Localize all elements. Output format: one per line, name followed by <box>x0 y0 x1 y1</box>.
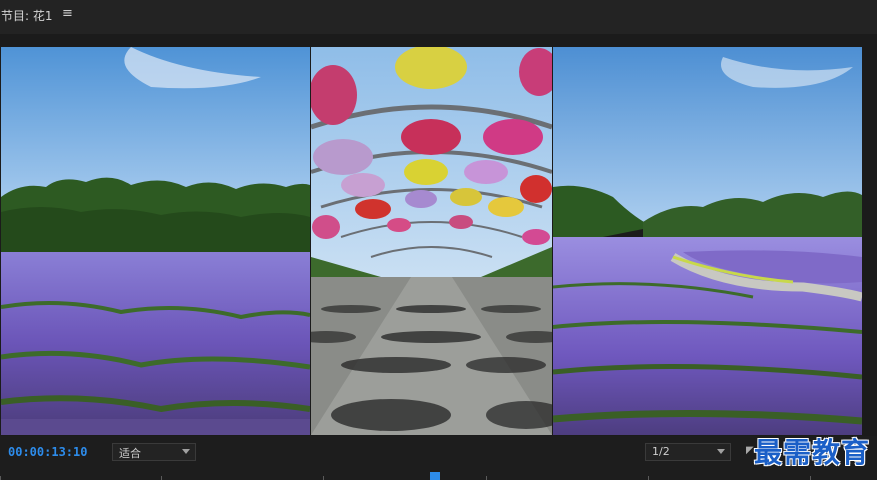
zoom-fit-dropdown[interactable]: 适合 <box>112 443 196 461</box>
program-monitor-header: 节目: 花1 ≡ <box>0 0 877 34</box>
ruler-tick <box>648 476 649 480</box>
ruler-tick <box>486 476 487 480</box>
hamburger-menu-icon[interactable]: ≡ <box>62 6 73 21</box>
program-viewer[interactable] <box>0 34 877 436</box>
time-ruler[interactable] <box>0 468 877 480</box>
playback-resolution-dropdown[interactable]: 1/2 <box>645 443 731 461</box>
zoom-fit-value: 适合 <box>119 447 141 460</box>
ruler-tick <box>810 476 811 480</box>
ruler-tick <box>0 476 1 480</box>
playback-resolution-value: 1/2 <box>652 445 670 458</box>
playhead-timecode[interactable]: 00:00:13:10 <box>8 445 87 459</box>
playhead-handle[interactable] <box>430 472 440 480</box>
lavender-field-clip-left <box>1 47 310 435</box>
playback-controls-bar: 00:00:13:10 适合 1/2 ◤ <box>0 436 877 480</box>
ruler-tick <box>161 476 162 480</box>
ruler-tick <box>323 476 324 480</box>
panel-title[interactable]: 节目: 花1 <box>1 7 53 24</box>
chevron-down-icon <box>182 449 190 454</box>
flower-arch-clip <box>311 47 552 435</box>
lavender-field-clip-right <box>553 47 862 435</box>
watermark-logo: 最需教育 <box>754 436 871 469</box>
chevron-down-icon <box>717 449 725 454</box>
